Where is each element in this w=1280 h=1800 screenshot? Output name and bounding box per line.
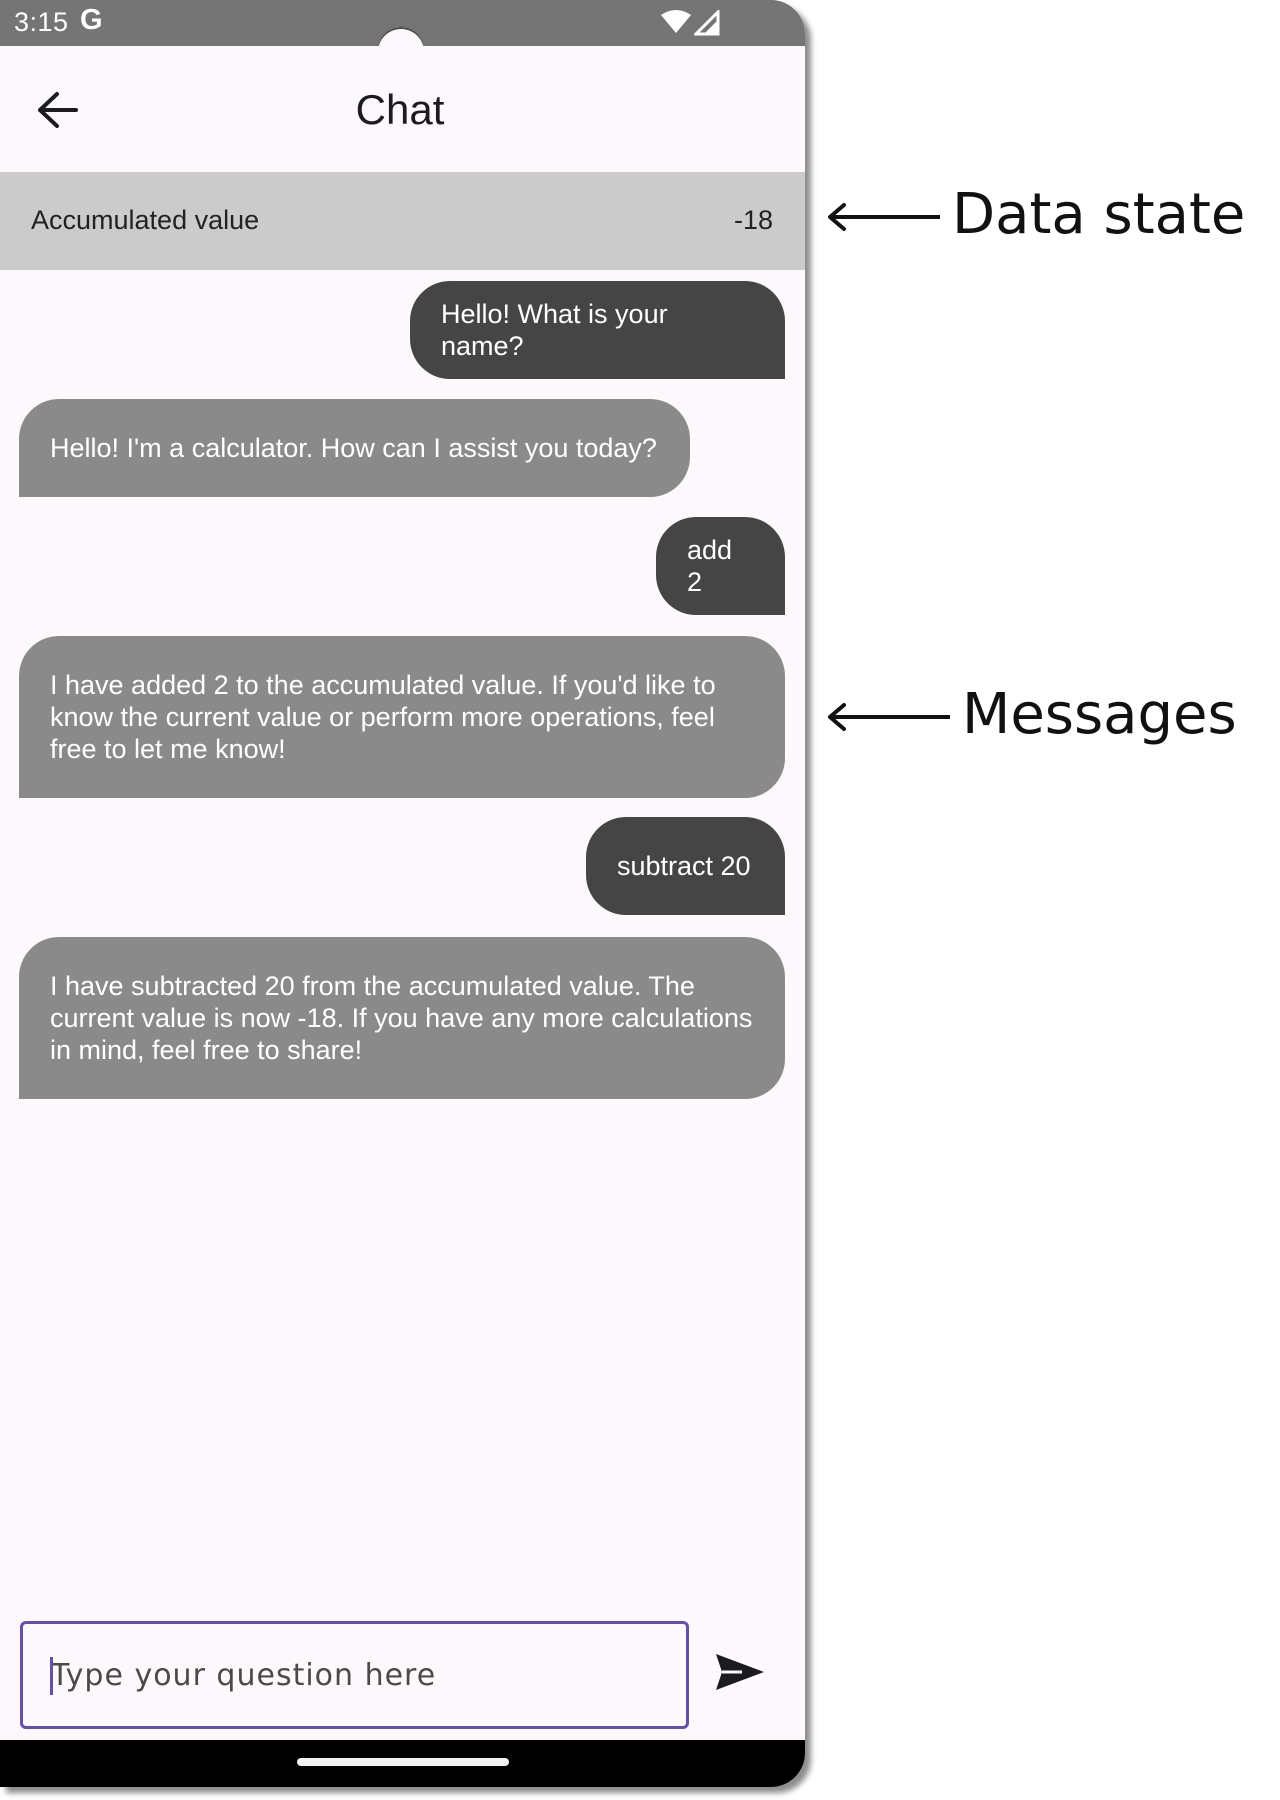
user-message: subtract 20: [586, 817, 785, 915]
status-time: 3:15: [14, 7, 69, 37]
message-text: I have added 2 to the accumulated value.…: [50, 670, 716, 764]
messages-annotation: Messages: [962, 682, 1237, 747]
message-text: Hello! What is your name?: [441, 299, 668, 361]
top-app-bar: Chat: [0, 46, 805, 170]
data-state-arrow-icon: [828, 203, 940, 231]
canvas: 3:15 G Chat Accumulated value -18 Hello!…: [0, 0, 1280, 1800]
signal-icon: [694, 10, 720, 36]
wifi-icon: [661, 10, 691, 33]
message-text: subtract 20: [617, 851, 751, 881]
accumulated-value-number: -18: [733, 205, 773, 235]
assistant-message: Hello! I'm a calculator. How can I assis…: [19, 399, 690, 497]
assistant-message: I have subtracted 20 from the accumulate…: [19, 937, 785, 1099]
accumulated-value-bar: Accumulated value -18: [0, 172, 805, 270]
home-gesture-handle[interactable]: [297, 1758, 509, 1766]
message-text: add 2: [687, 535, 733, 597]
message-text: I have subtracted 20 from the accumulate…: [50, 971, 753, 1065]
user-message: add 2: [656, 517, 785, 615]
message-text: Hello! I'm a calculator. How can I assis…: [50, 433, 657, 463]
navigation-bar: [0, 1740, 805, 1787]
phone-screen: 3:15 G Chat Accumulated value -18 Hello!…: [0, 0, 805, 1787]
text-cursor: [50, 1657, 53, 1695]
question-input[interactable]: [20, 1621, 689, 1729]
messages-arrow-icon: [828, 703, 950, 731]
data-state-annotation: Data state: [952, 182, 1246, 247]
assistant-message: I have added 2 to the accumulated value.…: [19, 636, 785, 798]
accumulated-value-label: Accumulated value: [31, 205, 260, 235]
send-icon[interactable]: [712, 1644, 768, 1700]
user-message: Hello! What is your name?: [410, 281, 785, 379]
google-logo: G: [80, 4, 103, 36]
page-title: Chat: [355, 86, 445, 133]
